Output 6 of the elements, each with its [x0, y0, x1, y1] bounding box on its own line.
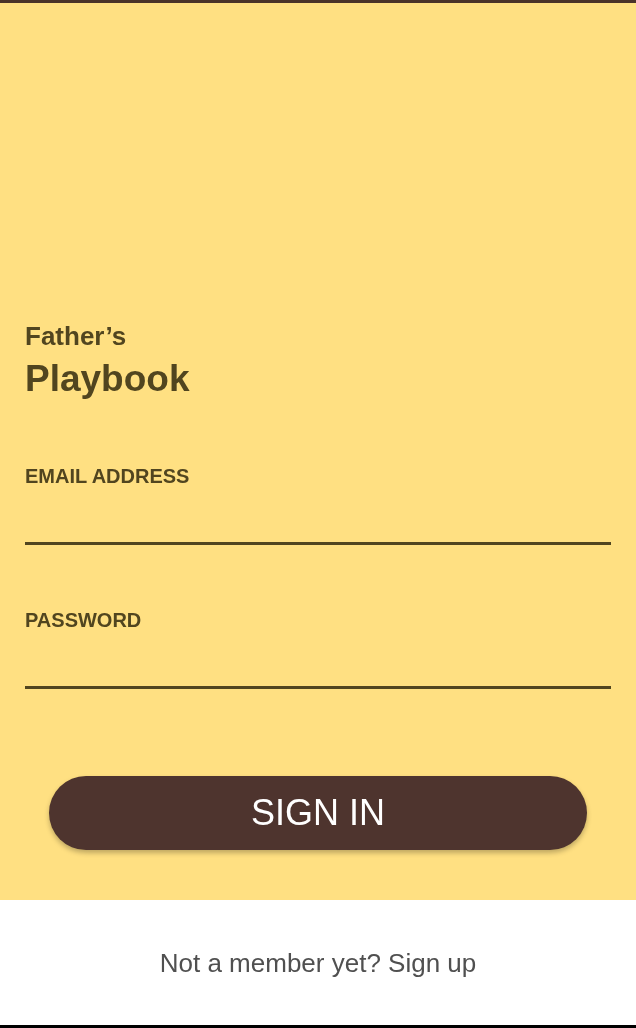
title-prefix: Father’s [25, 321, 127, 351]
sign-up-link[interactable]: Not a member yet? Sign up [159, 947, 477, 978]
app-title: Playbook [25, 357, 190, 401]
field-label: EMAIL ADDRESS [25, 464, 190, 488]
sign-in-button[interactable]: SIGN IN [49, 776, 587, 850]
field-label: PASSWORD [25, 608, 142, 632]
